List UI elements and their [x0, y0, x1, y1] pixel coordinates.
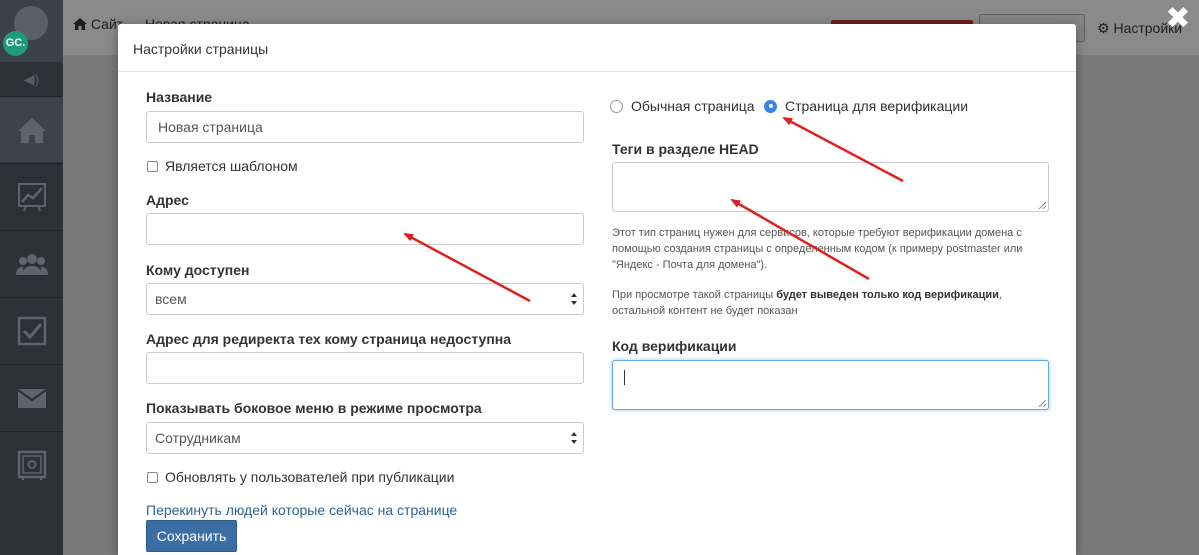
chart-icon	[17, 182, 46, 211]
update-users-label: Обновлять у пользователей при публикации	[165, 469, 455, 485]
verification-note-bold: будет выведен только код верификации	[776, 289, 999, 301]
mail-icon	[16, 388, 47, 408]
sidebar-item-users[interactable]	[0, 230, 63, 296]
update-users-checkbox-row[interactable]: Обновлять у пользователей при публикации	[147, 469, 454, 485]
head-tags-label: Теги в разделе HEAD	[612, 141, 759, 157]
access-select-value: всем	[155, 291, 187, 307]
radio-normal-page[interactable]: Обычная страница	[610, 98, 755, 114]
radio-verification-label: Страница для верификации	[785, 98, 969, 114]
select-arrows-icon	[571, 432, 577, 444]
access-select[interactable]: всем	[146, 283, 584, 315]
resize-handle-icon[interactable]	[1038, 201, 1046, 209]
sidebar-menu-select[interactable]: Сотрудникам	[146, 422, 584, 454]
avatar[interactable]: GC.	[3, 31, 28, 56]
save-button[interactable]: Сохранить	[146, 520, 237, 552]
sidebar-menu-label: Показывать боковое меню в режиме просмот…	[146, 400, 482, 416]
head-tags-textarea[interactable]	[612, 162, 1049, 212]
is-template-checkbox[interactable]	[147, 160, 158, 172]
redirect-label: Адрес для редиректа тех кому страница не…	[146, 331, 512, 347]
update-users-checkbox[interactable]	[147, 471, 158, 483]
verification-note-text: При просмотре такой страницы будет вывед…	[612, 287, 1052, 319]
radio-normal-input[interactable]	[610, 99, 623, 113]
sidebar-item-safe[interactable]	[0, 431, 63, 497]
is-template-checkbox-row[interactable]: Является шаблоном	[147, 158, 298, 174]
verification-code-label: Код верификации	[612, 338, 737, 354]
radio-verification-page[interactable]: Страница для верификации	[764, 98, 968, 114]
verification-code-textarea[interactable]	[612, 360, 1049, 410]
redirect-input[interactable]	[146, 352, 584, 384]
volume-icon[interactable]: ◀)	[0, 62, 63, 96]
gear-icon: ⚙	[1097, 20, 1110, 36]
sidebar-item-chart[interactable]	[0, 163, 63, 229]
address-label: Адрес	[146, 192, 189, 208]
move-people-link[interactable]: Перекинуть людей которые сейчас на стран…	[146, 502, 457, 518]
radio-normal-label: Обычная страница	[631, 98, 755, 114]
sidebar-item-mail[interactable]	[0, 364, 63, 430]
sidebar-item-tasks[interactable]	[0, 297, 63, 363]
safe-icon	[17, 450, 46, 480]
user-avatar-area[interactable]: GC.	[0, 0, 63, 62]
page-settings-modal: Настройки страницы Название Новая страни…	[118, 24, 1076, 555]
modal-title: Настройки страницы	[118, 24, 1076, 72]
address-input[interactable]	[146, 213, 584, 245]
select-arrows-icon	[571, 293, 577, 305]
name-input[interactable]: Новая страница	[146, 111, 584, 143]
users-icon	[15, 253, 48, 275]
sidebar-item-home[interactable]	[0, 96, 63, 162]
home-icon	[17, 117, 46, 143]
is-template-label: Является шаблоном	[165, 158, 298, 174]
access-label: Кому доступен	[146, 262, 250, 278]
verification-help-text: Этот тип страниц нужен для сервисов, кот…	[612, 227, 1023, 271]
sidebar: GC. ◀)	[0, 0, 63, 555]
text-caret	[624, 370, 625, 385]
radio-verification-input[interactable]	[764, 99, 777, 113]
home-icon[interactable]	[73, 18, 87, 30]
verification-note-prefix: При просмотре такой страницы	[612, 289, 777, 301]
close-modal-button[interactable]: ✖	[1165, 4, 1191, 34]
resize-handle-icon[interactable]	[1038, 399, 1046, 407]
name-label: Название	[146, 89, 213, 105]
sidebar-menu-select-value: Сотрудникам	[155, 430, 241, 446]
checkbox-icon	[17, 316, 46, 345]
